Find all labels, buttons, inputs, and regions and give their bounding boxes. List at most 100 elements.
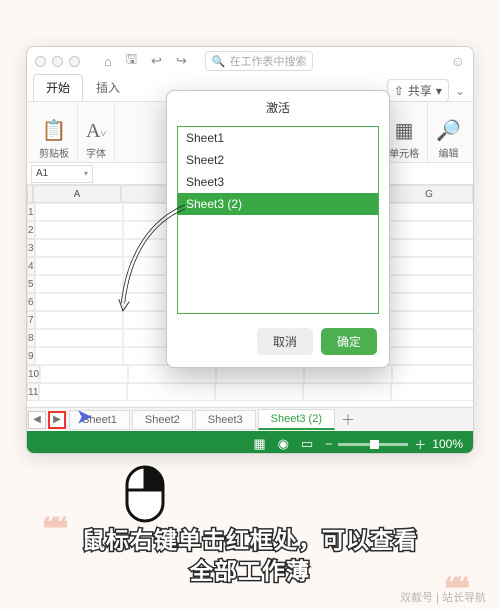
font-icon[interactable]: A˅ [86,121,106,141]
cell[interactable] [387,329,474,347]
view-buttons: ▦ ◉ ▭ [253,436,313,452]
name-box-value: A1 [36,168,48,179]
minimize-traffic-light[interactable] [52,56,63,67]
share-button[interactable]: ⇧ 共享 ▾ [387,79,449,102]
share-icon: ⇧ [394,84,404,98]
page-break-view-icon[interactable]: ▭ [301,436,313,452]
cell[interactable] [35,221,123,239]
cell[interactable] [35,329,123,347]
row-header[interactable]: 8 [27,329,35,347]
cell[interactable] [391,383,474,401]
list-item[interactable]: Sheet3 [178,171,378,193]
normal-view-icon[interactable]: ▦ [253,436,265,452]
home-icon[interactable]: ⌂ [104,54,112,69]
row-header[interactable]: 1 [27,203,35,221]
name-box[interactable]: A1 ▾ [31,165,93,183]
paste-icon[interactable]: 📋 [42,121,67,141]
zoom-traffic-light[interactable] [69,56,80,67]
cell[interactable] [303,383,391,401]
zoom-value: 100% [432,437,463,451]
zoom-out-icon[interactable]: − [325,437,332,451]
row-header[interactable]: 7 [27,311,35,329]
dialog-title: 激活 [167,91,389,122]
sheet-tab[interactable]: Sheet3 (2) [258,409,335,430]
cell[interactable] [215,383,303,401]
search-placeholder: 在工作表中搜索 [229,53,306,69]
status-bar: ▦ ◉ ▭ − ＋ 100% [27,431,473,454]
row-header[interactable]: 9 [27,347,35,365]
activate-dialog: 激活 Sheet1Sheet2Sheet3Sheet3 (2) 取消 确定 [166,90,390,368]
ribbon-label: 编辑 [439,145,459,160]
tab-start[interactable]: 开始 [33,74,83,101]
zoom-slider[interactable] [338,443,408,446]
cell[interactable] [127,383,215,401]
row-header[interactable]: 3 [27,239,35,257]
row-header[interactable]: 6 [27,293,35,311]
ok-button[interactable]: 确定 [321,328,377,355]
titlebar: ⌂ 🖫 ↩ ↪ 🔍 在工作表中搜索 ☺ [27,47,473,75]
smiley-icon[interactable]: ☺ [451,53,465,69]
cell[interactable] [35,275,123,293]
sheet-tab[interactable]: Sheet2 [132,410,193,430]
dialog-buttons: 取消 确定 [167,314,389,367]
row-header[interactable]: 5 [27,275,35,293]
cells-icon[interactable]: ▦ [395,121,414,141]
ribbon-collapse-icon[interactable]: ⌄ [455,84,465,98]
cell[interactable] [35,257,123,275]
title-right: ⇧ 共享 ▾ ⌄ [387,79,465,102]
tab-insert[interactable]: 插入 [83,74,133,101]
sheet-nav-prev[interactable]: ◀ [28,411,46,429]
row-header[interactable]: 2 [27,221,35,239]
row-header[interactable]: 11 [27,383,39,401]
caption-line2: 全部工作薄 [0,556,500,587]
ribbon-group-edit: 🔎 编辑 [428,102,469,162]
cell[interactable] [392,365,474,383]
ribbon-label: 单元格 [389,145,419,160]
col-header[interactable]: G [385,185,473,203]
sheet-tab-bar: ◀ ▶ Sheet1Sheet2Sheet3Sheet3 (2)＋ [27,407,473,431]
sheet-tab[interactable]: Sheet3 [195,410,256,430]
list-item[interactable]: Sheet1 [178,127,378,149]
caption: 鼠标右键单击红框处，可以查看 全部工作薄 [0,525,500,587]
zoom-in-icon[interactable]: ＋ [414,436,426,453]
redo-icon[interactable]: ↪ [176,53,187,69]
add-sheet-button[interactable]: ＋ [341,410,355,430]
row-header[interactable]: 4 [27,257,35,275]
cell[interactable] [35,293,123,311]
edit-icon[interactable]: 🔎 [436,121,461,141]
zoom-control[interactable]: − ＋ 100% [325,436,463,453]
close-traffic-light[interactable] [35,56,46,67]
save-icon[interactable]: 🖫 [126,50,137,72]
sheet-nav-next[interactable]: ▶ [48,411,66,429]
cell[interactable] [387,239,474,257]
list-item[interactable]: Sheet2 [178,149,378,171]
chevron-down-icon: ▾ [84,169,88,178]
cell[interactable] [387,221,474,239]
page-layout-view-icon[interactable]: ◉ [278,436,289,452]
mouse-icon [124,464,166,524]
cell[interactable] [387,203,474,221]
cell[interactable] [387,293,474,311]
col-header[interactable]: A [33,185,121,203]
ribbon-label: 剪贴板 [39,145,69,160]
cell[interactable] [35,203,123,221]
cell[interactable] [35,311,123,329]
undo-icon[interactable]: ↩ [151,53,162,69]
ribbon-group-font: A˅ 字体 [78,102,115,162]
cell[interactable] [35,347,123,365]
cell[interactable] [40,365,128,383]
cell[interactable] [387,347,474,365]
cursor-pointer-icon: ➤ [76,403,93,429]
list-item[interactable]: Sheet3 (2) [178,193,378,215]
cell[interactable] [387,311,474,329]
cell[interactable] [387,275,474,293]
cell[interactable] [387,257,474,275]
cell[interactable] [39,383,127,401]
sheet-listbox[interactable]: Sheet1Sheet2Sheet3Sheet3 (2) [177,126,379,314]
share-label: 共享 [408,82,432,99]
cancel-button[interactable]: 取消 [257,328,313,355]
cell[interactable] [35,239,123,257]
row-header[interactable]: 10 [27,365,40,383]
search-icon: 🔍 [212,55,226,68]
search-input[interactable]: 🔍 在工作表中搜索 [205,51,314,71]
